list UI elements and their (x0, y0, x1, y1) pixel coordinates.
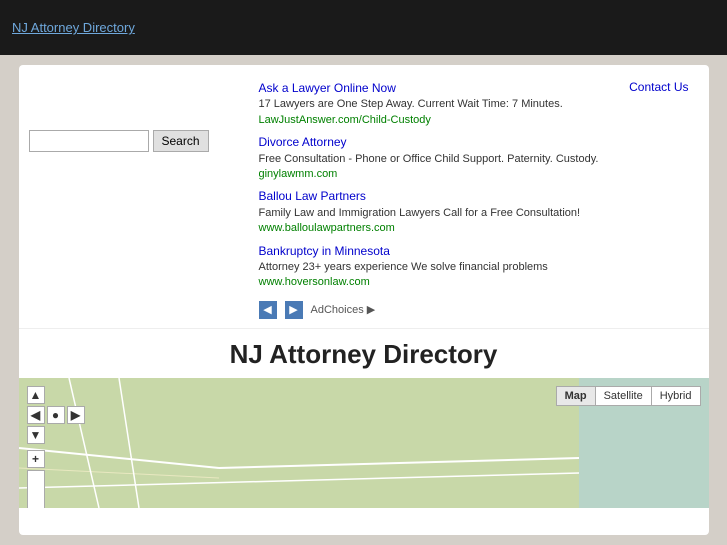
map-pan-left-button[interactable]: ◀ (27, 406, 45, 424)
left-column: Search (29, 80, 249, 323)
search-box: Search (29, 130, 249, 152)
map-zoom-in-button[interactable]: + (27, 450, 45, 468)
ad-link-1[interactable]: Ask a Lawyer Online Now (259, 81, 396, 95)
ad-desc-3: Family Law and Immigration Lawyers Call … (259, 207, 581, 219)
map-type-satellite-button[interactable]: Satellite (596, 387, 652, 405)
ad-controls: ◀ ▶ AdChoices ▶ (259, 297, 699, 323)
map-type-map-button[interactable]: Map (557, 387, 596, 405)
map-pan-up-button[interactable]: ▲ (27, 386, 45, 404)
ads-column: Ask a Lawyer Online Now 17 Lawyers are O… (259, 80, 699, 323)
ad-item: Ballou Law Partners Family Law and Immig… (259, 188, 699, 236)
map-zoom-slider (27, 470, 45, 508)
ad-desc-2: Free Consultation - Phone or Office Chil… (259, 153, 599, 165)
map-type-hybrid-button[interactable]: Hybrid (652, 387, 700, 405)
site-title-link[interactable]: NJ Attorney Directory (12, 20, 135, 35)
search-input[interactable] (29, 130, 149, 152)
ad-item: Bankruptcy in Minnesota Attorney 23+ yea… (259, 243, 699, 291)
page-title: NJ Attorney Directory (19, 339, 709, 370)
ad-url-3: www.balloulawpartners.com (259, 222, 395, 234)
contact-us-link[interactable]: Contact Us (629, 80, 688, 94)
main-container: Search Ask a Lawyer Online Now 17 Lawyer… (0, 55, 727, 545)
ad-link-4[interactable]: Bankruptcy in Minnesota (259, 244, 390, 258)
map-section: ▲ ◀ ● ▶ ▼ + - (19, 378, 709, 508)
ad-url-2: ginylawmm.com (259, 168, 338, 180)
map-pan-down-button[interactable]: ▼ (27, 426, 45, 444)
map-pan-center-button[interactable]: ● (47, 406, 65, 424)
ad-desc-4: Attorney 23+ years experience We solve f… (259, 261, 548, 273)
ad-link-2[interactable]: Divorce Attorney (259, 135, 347, 149)
ad-prev-button[interactable]: ◀ (259, 301, 277, 319)
ad-item: Divorce Attorney Free Consultation - Pho… (259, 134, 699, 182)
map-zoom-divider-row (27, 470, 85, 508)
map-zoom-in-row: + (27, 450, 85, 468)
map-type-controls: Map Satellite Hybrid (556, 386, 701, 406)
ad-url-4: www.hoversonlaw.com (259, 276, 370, 288)
map-pan-down-row: ▼ (27, 426, 85, 444)
ad-next-button[interactable]: ▶ (285, 301, 303, 319)
map-pan-middle-row: ◀ ● ▶ (27, 406, 85, 424)
adchoices-label: AdChoices ▶ (311, 303, 376, 316)
ad-link-3[interactable]: Ballou Law Partners (259, 189, 366, 203)
content-box: Search Ask a Lawyer Online Now 17 Lawyer… (19, 65, 709, 535)
ads-section: Search Ask a Lawyer Online Now 17 Lawyer… (19, 65, 709, 328)
ad-url-1: LawJustAnswer.com/Child-Custody (259, 114, 431, 126)
page-title-section: NJ Attorney Directory (19, 328, 709, 378)
search-button[interactable]: Search (153, 130, 209, 152)
top-bar: NJ Attorney Directory (0, 0, 727, 55)
ad-desc-1: 17 Lawyers are One Step Away. Current Wa… (259, 98, 563, 110)
map-pan-right-button[interactable]: ▶ (67, 406, 85, 424)
adchoices-icon: ▶ (367, 303, 375, 316)
map-zoom-up-row: ▲ (27, 386, 85, 404)
map-controls-left: ▲ ◀ ● ▶ ▼ + - (27, 386, 85, 508)
